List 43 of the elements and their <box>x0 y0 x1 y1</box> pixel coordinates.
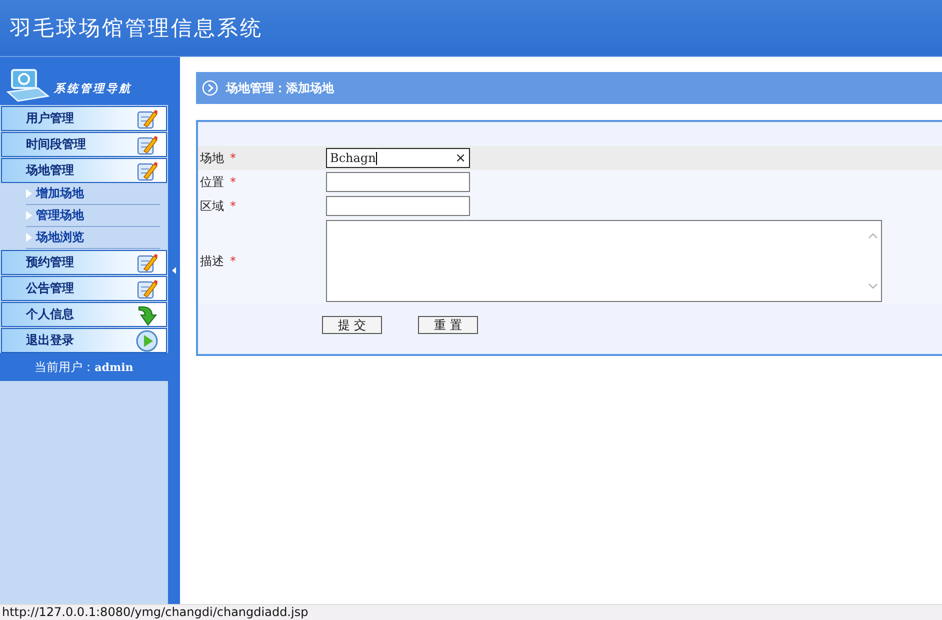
input-field[interactable]: Bchagn × <box>326 148 470 168</box>
current-user: 当前用户：admin <box>0 353 168 381</box>
submenu-item[interactable]: 增加场地 <box>26 183 160 205</box>
field-label: 区域 <box>200 198 224 214</box>
required-mark: * <box>229 199 237 213</box>
menu-item[interactable]: 时间段管理 <box>1 132 167 157</box>
pencil-paper-icon <box>136 278 158 300</box>
status-url: http://127.0.0.1:8080/ymg/changdi/changdiadd.jsp <box>2 605 308 619</box>
submenu-item[interactable]: 场地浏览 <box>26 227 160 249</box>
play-icon <box>136 330 158 352</box>
laptop-icon <box>6 68 50 102</box>
pencil-paper-icon <box>136 160 158 182</box>
field-label: 场地 <box>200 150 224 166</box>
menu-item[interactable]: 个人信息 <box>1 302 167 327</box>
pencil-paper-icon <box>136 108 158 130</box>
menu-item[interactable]: 用户管理 <box>1 106 167 131</box>
menu-item[interactable]: 退出登录 <box>1 328 167 353</box>
triangle-icon <box>26 211 32 220</box>
triangle-icon <box>26 233 32 242</box>
input-field[interactable] <box>326 196 470 216</box>
menu-item[interactable]: 预约管理 <box>1 250 167 275</box>
field-label: 位置 <box>200 174 224 190</box>
submenu-item[interactable]: 管理场地 <box>26 205 160 227</box>
triangle-icon <box>26 189 32 198</box>
collapse-icon[interactable] <box>172 267 176 274</box>
required-mark: * <box>229 175 237 189</box>
pencil-paper-icon <box>136 134 158 156</box>
app-title: 羽毛球场馆管理信息系统 <box>10 15 263 42</box>
menu-item[interactable]: 公告管理 <box>1 276 167 301</box>
form-button[interactable]: 提 交 <box>322 316 382 334</box>
sidebar-title: 系统管理导航 <box>54 80 132 96</box>
pencil-paper-icon <box>136 252 158 274</box>
required-mark: * <box>229 254 237 268</box>
clear-button[interactable]: × <box>455 150 466 166</box>
textarea-field[interactable] <box>326 220 882 302</box>
down-arrow-icon <box>136 304 158 326</box>
menu-item[interactable]: 场地管理 <box>1 158 167 183</box>
form-button[interactable]: 重 置 <box>418 316 478 334</box>
input-field[interactable] <box>326 172 470 192</box>
play-circle-icon <box>202 80 218 96</box>
field-label: 描述 <box>200 252 224 270</box>
required-mark: * <box>229 151 237 165</box>
breadcrumb: 场地管理：添加场地 <box>226 80 334 96</box>
